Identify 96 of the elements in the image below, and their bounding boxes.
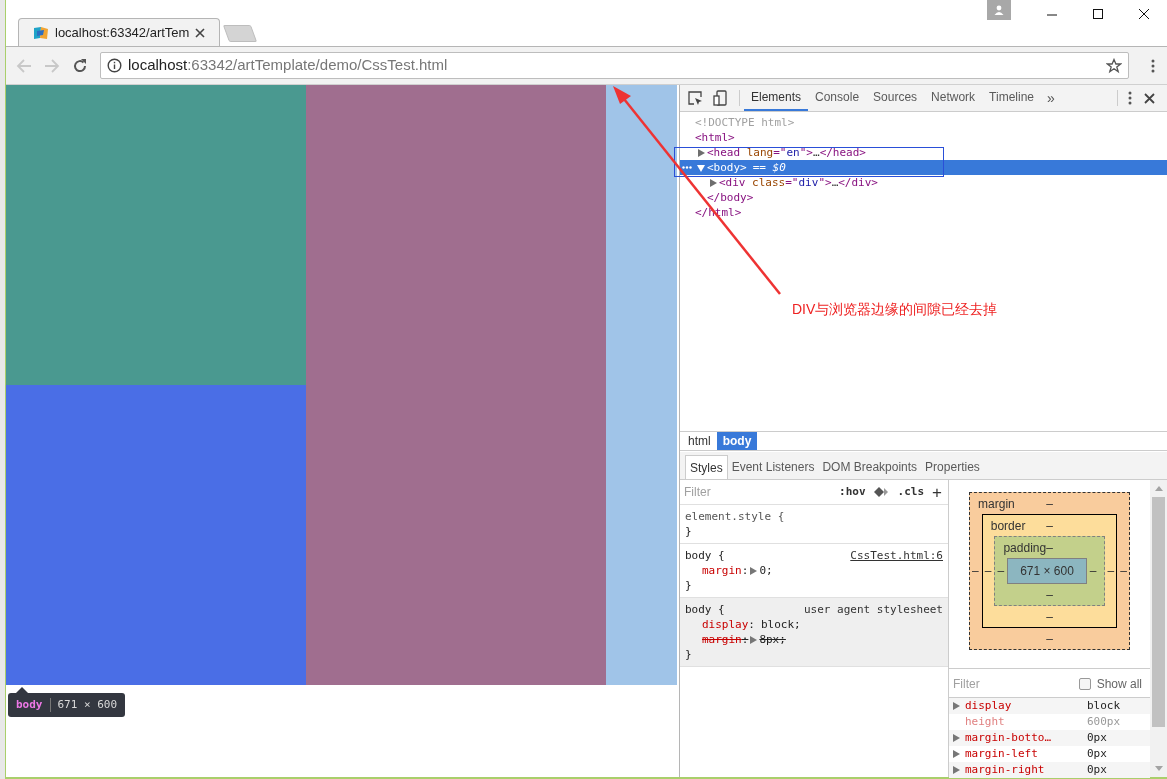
dom-node-text[interactable]: <head lang="en">…</head> xyxy=(707,145,866,160)
box-value: – xyxy=(984,563,992,580)
content-box: 671 × 600 xyxy=(1007,558,1087,584)
close-icon[interactable] xyxy=(195,27,206,38)
scrollbar[interactable] xyxy=(1150,480,1167,777)
add-rule-button[interactable]: + xyxy=(932,483,942,501)
property-name: height xyxy=(965,713,1006,730)
maximize-icon[interactable] xyxy=(1092,8,1104,20)
box-value: – xyxy=(1107,563,1115,580)
source-label: user agent stylesheet xyxy=(803,602,943,617)
expand-triangle-icon[interactable] xyxy=(953,766,960,774)
breadcrumb[interactable]: body xyxy=(716,432,758,450)
info-icon[interactable] xyxy=(107,58,122,73)
box-label: border xyxy=(989,517,1027,535)
dom-node-text[interactable]: <html> xyxy=(695,130,735,145)
expand-triangle-icon[interactable] xyxy=(750,635,758,644)
close-icon[interactable] xyxy=(1144,92,1155,104)
box-value: – xyxy=(972,563,979,580)
box-value: – xyxy=(1089,563,1097,580)
dom-node-text[interactable]: </body> xyxy=(707,190,754,205)
tooltip-tag: body xyxy=(16,696,43,714)
property-value: 600px xyxy=(1087,713,1121,730)
expanded-triangle-icon[interactable] xyxy=(697,163,705,172)
dom-marker: == $0 xyxy=(752,160,786,175)
css-selector: body { xyxy=(685,602,725,617)
closing-brace: } xyxy=(685,578,693,593)
css-declaration: display: block; xyxy=(701,617,801,632)
devtools-tab[interactable]: Console xyxy=(808,85,867,111)
expand-triangle-icon[interactable] xyxy=(953,702,960,710)
address-bar[interactable]: localhost:63342/artTemplate/demo/CssTest.html xyxy=(100,52,1129,79)
property-value: 0px xyxy=(1087,729,1107,746)
person-icon xyxy=(994,5,1004,15)
source-link[interactable]: CssTest.html:6 xyxy=(850,548,943,563)
box-value: – xyxy=(1046,630,1053,648)
profile-button[interactable] xyxy=(987,0,1011,20)
dots-icon[interactable] xyxy=(682,166,692,169)
hover-state-button[interactable]: :hov xyxy=(839,483,866,501)
box-value: – xyxy=(1046,517,1053,535)
expand-triangle-icon[interactable] xyxy=(953,734,960,742)
property-value: block xyxy=(1087,697,1121,714)
annotation-text: DIV与浏览器边缘的间隙已经去掉 xyxy=(792,300,998,319)
property-name: margin-right xyxy=(965,761,1046,778)
breadcrumb[interactable]: html xyxy=(682,432,717,450)
close-icon[interactable] xyxy=(1138,8,1150,20)
css-selector: body { xyxy=(685,548,725,563)
diamond-icon[interactable] xyxy=(873,487,890,497)
device-icon[interactable] xyxy=(713,90,727,106)
property-name: display xyxy=(965,697,1013,714)
box-value: – xyxy=(1046,539,1053,557)
box-value: – xyxy=(997,563,1005,580)
star-icon[interactable] xyxy=(1106,57,1122,74)
filter-field[interactable]: Filter xyxy=(953,674,1079,693)
devtools-tab[interactable]: Timeline xyxy=(982,85,1041,111)
dom-node-text[interactable]: <body> xyxy=(707,160,747,175)
devtools-tab[interactable]: Elements xyxy=(744,85,809,111)
app-logo-icon xyxy=(33,25,49,40)
css-selector: element.style { xyxy=(685,509,785,524)
sidebar-tab[interactable]: Event Listeners xyxy=(727,455,819,479)
closing-brace: } xyxy=(685,524,693,539)
property-name: margin-left xyxy=(965,745,1039,762)
scrollbar-thumb[interactable] xyxy=(1152,497,1165,727)
reload-icon[interactable] xyxy=(72,57,88,74)
sidebar-tab[interactable]: Properties xyxy=(921,455,984,479)
expand-triangle-icon[interactable] xyxy=(750,566,758,575)
tab-title: localhost:63342/artTem xyxy=(55,23,190,42)
expand-triangle-icon[interactable] xyxy=(953,750,960,758)
dom-node-text[interactable]: <div class="div">…</div> xyxy=(719,175,878,190)
filter-field[interactable]: Filter xyxy=(684,483,840,501)
sidebar-tab[interactable]: DOM Breakpoints xyxy=(818,455,922,479)
css-declaration: margin: 8px; xyxy=(701,632,786,647)
closing-brace: } xyxy=(685,647,693,662)
more-tabs-button[interactable]: » xyxy=(1041,87,1061,109)
box-value: – xyxy=(1046,608,1053,626)
property-value: 0px xyxy=(1087,761,1107,778)
checkbox-label: Show all xyxy=(1096,675,1142,693)
box-label: margin xyxy=(977,495,1016,513)
box-value: – xyxy=(1046,586,1053,604)
browser-tab[interactable]: localhost:63342/artTem xyxy=(18,18,221,46)
menu-icon[interactable] xyxy=(1128,91,1132,105)
property-name: margin-botto… xyxy=(965,729,1053,746)
box-value: – xyxy=(1046,495,1053,513)
collapsed-triangle-icon[interactable] xyxy=(697,148,705,157)
property-value: 0px xyxy=(1087,745,1107,762)
box-value: – xyxy=(1120,563,1127,580)
show-all-checkbox[interactable] xyxy=(1078,677,1091,690)
box-label: padding xyxy=(1002,539,1047,557)
devtools-tab[interactable]: Sources xyxy=(866,85,925,111)
sidebar-tab[interactable]: Styles xyxy=(685,455,728,479)
url-text: localhost:63342/artTemplate/demo/CssTest.html xyxy=(128,55,449,76)
css-declaration: margin: 0; xyxy=(701,563,773,578)
class-toggle-button[interactable]: .cls xyxy=(897,483,925,501)
inspect-icon[interactable] xyxy=(688,90,703,106)
tooltip-size: 671 × 600 xyxy=(57,696,118,713)
collapsed-triangle-icon[interactable] xyxy=(709,178,717,187)
menu-icon[interactable] xyxy=(1151,58,1155,73)
devtools-tab[interactable]: Network xyxy=(924,85,983,111)
